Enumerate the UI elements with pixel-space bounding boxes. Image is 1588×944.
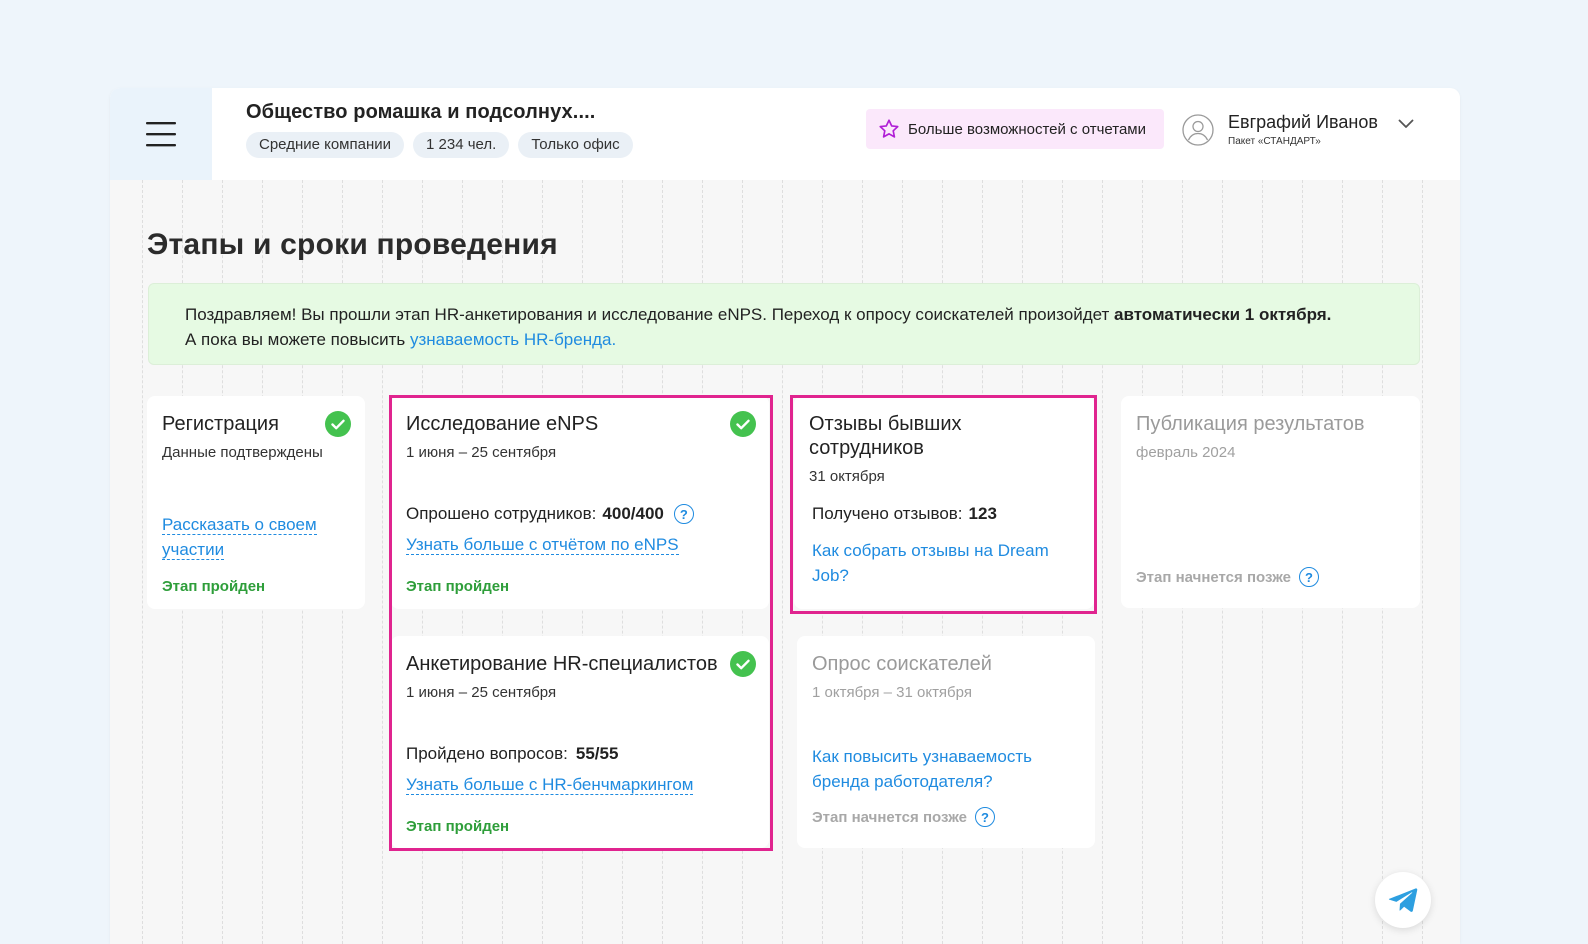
card-title: Исследование eNPS xyxy=(406,413,599,435)
notice-line-1: Поздравляем! Вы прошли этап HR-анкетиров… xyxy=(185,305,1332,324)
stage-card-hr-survey: Анкетирование HR-специалистов 1 июня – 2… xyxy=(391,636,769,848)
card-date: 31 октября xyxy=(809,468,885,485)
company-name: Общество ромашка и подсолнух.... xyxy=(246,101,596,123)
stage-status: Этап начнется позже ? xyxy=(1136,567,1320,587)
check-circle-icon xyxy=(730,651,756,677)
card-title: Отзывы бывших сотрудников xyxy=(809,413,962,459)
help-icon[interactable]: ? xyxy=(673,504,694,524)
help-icon[interactable]: ? xyxy=(1299,567,1320,587)
share-participation-link[interactable]: Рассказать о своем участии xyxy=(162,512,317,562)
card-date: 1 июня – 25 сентября xyxy=(406,444,557,461)
reviews-stat: Получено отзывов: 123 xyxy=(812,504,997,523)
telegram-icon xyxy=(1388,888,1418,912)
card-title: Публикация результатов xyxy=(1136,413,1365,435)
enps-stat: Опрошено сотрудников: 400/400 ? xyxy=(406,504,694,524)
user-menu[interactable]: Евграфий Иванов Пакет «СТАНДАРТ» xyxy=(1182,112,1414,147)
reports-promo-button[interactable]: Больше возможностей с отчетами xyxy=(866,109,1164,149)
top-header: Общество ромашка и подсолнух.... Средние… xyxy=(110,88,1460,180)
user-package: Пакет «СТАНДАРТ» xyxy=(1228,136,1321,147)
page-title: Этапы и сроки проведения xyxy=(147,228,558,261)
check-circle-icon xyxy=(325,411,351,437)
check-circle-icon xyxy=(730,411,756,437)
card-title: Анкетирование HR-специалистов xyxy=(406,653,718,675)
stage-card-publication: Публикация результатов февраль 2024 Этап… xyxy=(1121,396,1420,608)
hr-benchmark-link[interactable]: Узнать больше с HR-бенчмаркингом xyxy=(406,772,694,797)
stage-status: Этап пройден xyxy=(406,818,510,835)
reports-promo-label: Больше возможностей с отчетами xyxy=(908,120,1147,138)
card-date: февраль 2024 xyxy=(1136,444,1236,461)
hr-survey-stat: Пройдено вопросов: 55/55 xyxy=(406,744,619,763)
stage-card-enps: Исследование eNPS 1 июня – 25 сентября О… xyxy=(391,396,769,609)
user-avatar-icon xyxy=(1182,113,1214,146)
notice-bold-text: автоматически 1 октября. xyxy=(1114,305,1332,324)
stage-card-reviews: Отзывы бывших сотрудников 31 октября Пол… xyxy=(794,396,1094,609)
card-title: Регистрация xyxy=(162,413,279,435)
company-tag-employees: 1 234 чел. xyxy=(413,132,510,158)
telegram-button[interactable] xyxy=(1375,872,1431,928)
notice-line-2: А пока вы можете повысить узнаваемость H… xyxy=(185,330,617,349)
company-tags: Средние компании 1 234 чел. Только офис xyxy=(246,132,633,158)
reviews-stat-value: 123 xyxy=(968,504,997,523)
card-date: 1 июня – 25 сентября xyxy=(406,684,557,701)
collect-reviews-link[interactable]: Как собрать отзывы на Dream Job? xyxy=(812,538,1049,588)
stage-status: Этап начнется позже ? xyxy=(812,807,996,827)
hr-brand-link[interactable]: узнаваемость HR-бренда. xyxy=(410,330,616,349)
hamburger-icon xyxy=(146,122,176,147)
stage-card-candidates: Опрос соискателей 1 октября – 31 октября… xyxy=(797,636,1095,848)
company-block: Общество ромашка и подсолнух.... Средние… xyxy=(246,101,633,158)
company-tag-format: Только офис xyxy=(518,132,633,158)
enps-stat-value: 400/400 xyxy=(602,504,664,523)
stage-status: Этап пройден xyxy=(406,578,510,595)
enps-report-link[interactable]: Узнать больше с отчётом по eNPS xyxy=(406,532,679,557)
chevron-down-icon[interactable] xyxy=(1398,119,1414,129)
card-title: Опрос соискателей xyxy=(812,653,992,675)
user-name: Евграфий Иванов xyxy=(1228,112,1378,132)
stage-status: Этап пройден xyxy=(162,578,266,595)
app-frame: Общество ромашка и подсолнух.... Средние… xyxy=(110,88,1460,944)
stage-card-registration: Регистрация Данные подтверждены Рассказа… xyxy=(147,396,365,609)
card-date: 1 октября – 31 октября xyxy=(812,684,972,701)
hr-survey-stat-value: 55/55 xyxy=(575,744,619,763)
star-icon xyxy=(879,119,899,138)
user-info: Евграфий Иванов Пакет «СТАНДАРТ» xyxy=(1228,112,1378,147)
employer-brand-link[interactable]: Как повысить узнаваемость бренда работод… xyxy=(812,744,1032,794)
menu-button[interactable] xyxy=(110,88,212,180)
help-icon[interactable]: ? xyxy=(975,807,996,827)
company-tag-size: Средние компании xyxy=(246,132,405,158)
success-notice: Поздравляем! Вы прошли этап HR-анкетиров… xyxy=(148,283,1420,365)
card-subtitle: Данные подтверждены xyxy=(162,444,323,461)
